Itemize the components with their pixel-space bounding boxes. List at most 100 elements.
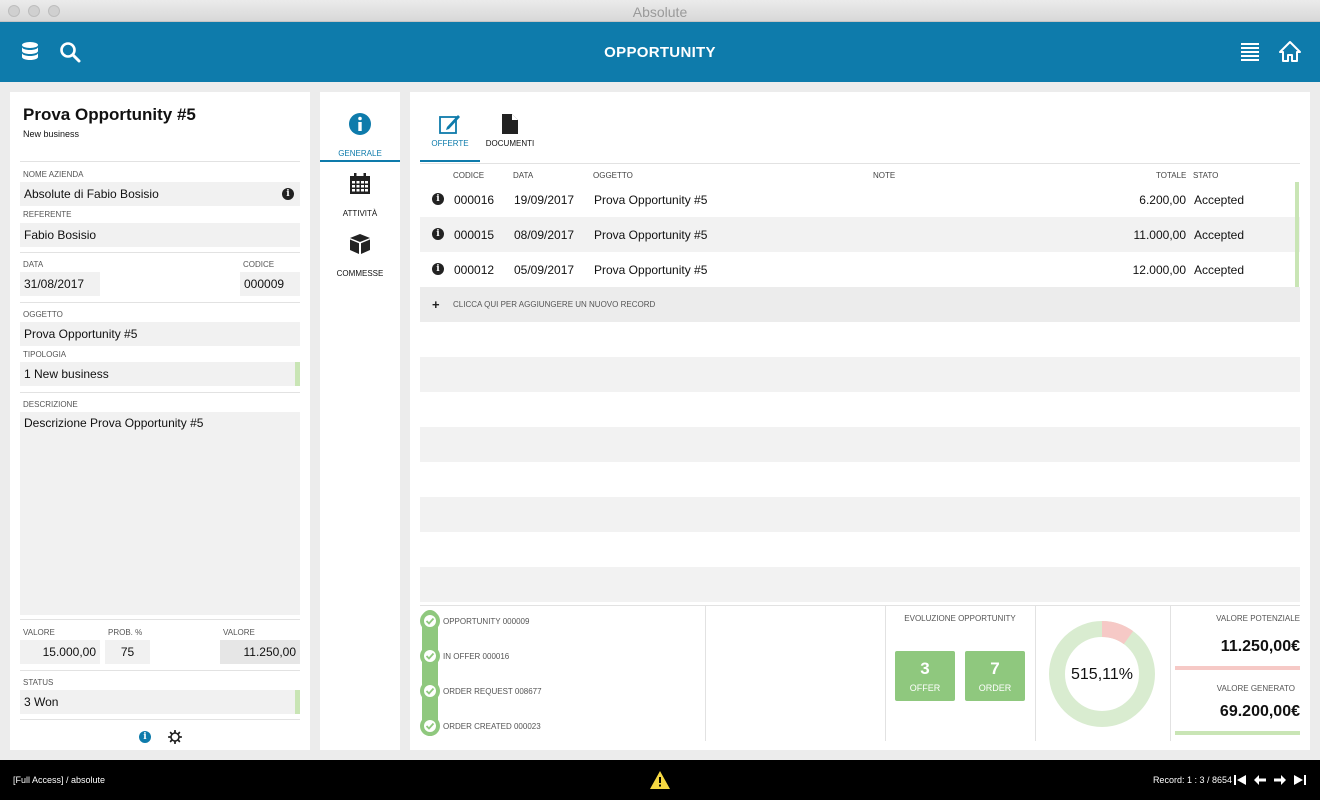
status-bar: [Full Access] / absolute Record: 1 : 3 /… bbox=[0, 760, 1320, 800]
page-title: OPPORTUNITY bbox=[604, 44, 716, 61]
status-indicator bbox=[295, 690, 300, 714]
window-titlebar: Absolute bbox=[0, 0, 1320, 22]
offer-kpi[interactable]: 3 OFFER bbox=[895, 651, 955, 701]
divider bbox=[20, 252, 300, 253]
cell-stato: Accepted bbox=[1194, 228, 1245, 242]
tipologia-label: TIPOLOGIA bbox=[23, 350, 67, 359]
cell-stato: Accepted bbox=[1194, 193, 1245, 207]
check-icon bbox=[420, 646, 440, 666]
home-icon[interactable] bbox=[1278, 40, 1302, 64]
col-data[interactable]: DATA bbox=[513, 171, 533, 180]
nome-azienda-field[interactable]: Absolute di Fabio Bosisio i bbox=[20, 182, 300, 206]
col-stato[interactable]: STATO bbox=[1193, 171, 1218, 180]
table-row[interactable]: i 000015 08/09/2017 Prova Opportunity #5… bbox=[420, 217, 1300, 252]
codice-field[interactable]: 000009 bbox=[240, 272, 300, 296]
workflow-step[interactable]: IN OFFER 000016 bbox=[420, 646, 700, 666]
gear-icon[interactable] bbox=[168, 730, 182, 744]
nome-azienda-value: Absolute di Fabio Bosisio bbox=[24, 187, 159, 201]
scroll-indicator bbox=[1295, 182, 1299, 287]
edit-icon bbox=[439, 115, 460, 134]
table-row[interactable]: i 000016 19/09/2017 Prova Opportunity #5… bbox=[420, 182, 1300, 217]
opportunity-summary: OPPORTUNITY 000009 IN OFFER 000016 ORDER… bbox=[420, 605, 1300, 741]
oggetto-field[interactable]: Prova Opportunity #5 bbox=[20, 322, 300, 346]
col-oggetto[interactable]: OGGETTO bbox=[593, 171, 633, 180]
descrizione-label: DESCRIZIONE bbox=[23, 400, 78, 409]
tipologia-indicator bbox=[295, 362, 300, 386]
descrizione-value: Descrizione Prova Opportunity #5 bbox=[24, 416, 204, 430]
order-kpi[interactable]: 7 ORDER bbox=[965, 651, 1025, 701]
record-subtitle: New business bbox=[23, 129, 80, 139]
info-icon bbox=[349, 113, 371, 135]
add-record-row[interactable]: + CLICCA QUI PER AGGIUNGERE UN NUOVO REC… bbox=[420, 287, 1300, 322]
workflow-step[interactable]: ORDER CREATED 000023 bbox=[420, 716, 700, 736]
data-field[interactable]: 31/08/2017 bbox=[20, 272, 100, 296]
cell-oggetto: Prova Opportunity #5 bbox=[594, 193, 708, 207]
divider bbox=[20, 719, 300, 720]
empty-row bbox=[420, 392, 1300, 427]
empty-row bbox=[420, 427, 1300, 462]
last-record-icon[interactable] bbox=[1293, 773, 1307, 787]
cell-stato: Accepted bbox=[1194, 263, 1245, 277]
valore-field[interactable]: 15.000,00 bbox=[20, 640, 100, 664]
col-note[interactable]: NOTE bbox=[873, 171, 895, 180]
tipologia-select[interactable]: 1 New business bbox=[20, 362, 300, 386]
col-codice[interactable]: CODICE bbox=[453, 171, 484, 180]
valore-ponderato-label: VALORE bbox=[223, 628, 255, 637]
cell-totale: 12.000,00 bbox=[1132, 263, 1186, 277]
info-icon[interactable]: i bbox=[432, 263, 444, 275]
tab-documenti[interactable]: DOCUMENTI bbox=[482, 92, 538, 162]
divider bbox=[20, 670, 300, 671]
valore-generato-label: VALORE GENERATO bbox=[1216, 684, 1295, 693]
next-record-icon[interactable] bbox=[1273, 773, 1287, 787]
prob-value: 75 bbox=[120, 645, 135, 659]
list-view-icon[interactable] bbox=[1238, 40, 1262, 64]
workflow-step-label: ORDER REQUEST 008677 bbox=[443, 687, 542, 696]
offers-grid-header: CODICE DATA OGGETTO NOTE TOTALE STATO bbox=[420, 163, 1300, 183]
nav-generale[interactable]: GENERALE bbox=[320, 102, 400, 162]
window-title: Absolute bbox=[632, 4, 688, 20]
nav-commesse[interactable]: COMMESSE bbox=[320, 222, 400, 282]
nav-attivita[interactable]: ATTIVITÀ bbox=[320, 162, 400, 222]
cell-codice: 000016 bbox=[454, 193, 495, 207]
cell-codice: 000012 bbox=[454, 263, 495, 277]
warning-icon[interactable] bbox=[649, 770, 671, 790]
prob-field[interactable]: 75 bbox=[105, 640, 150, 664]
status-label: STATUS bbox=[23, 678, 54, 687]
info-icon[interactable]: i bbox=[432, 193, 444, 205]
empty-row bbox=[420, 357, 1300, 392]
nav-commesse-label: COMMESSE bbox=[336, 269, 384, 278]
workflow-step-label: IN OFFER 000016 bbox=[443, 652, 510, 661]
table-row[interactable]: i 000012 05/09/2017 Prova Opportunity #5… bbox=[420, 252, 1300, 287]
descrizione-textarea[interactable]: Descrizione Prova Opportunity #5 bbox=[20, 412, 300, 615]
empty-row bbox=[420, 322, 1300, 357]
cell-codice: 000015 bbox=[454, 228, 495, 242]
info-icon[interactable]: i bbox=[139, 731, 151, 743]
referente-field[interactable]: Fabio Bosisio bbox=[20, 223, 300, 247]
info-icon[interactable]: i bbox=[432, 228, 444, 240]
section-nav: GENERALE ATTIVITÀ COMMESSE bbox=[320, 92, 400, 750]
empty-row bbox=[420, 567, 1300, 602]
info-icon[interactable]: i bbox=[282, 188, 294, 200]
tab-offerte[interactable]: OFFERTE bbox=[420, 92, 480, 162]
plus-icon: + bbox=[432, 297, 440, 312]
referente-label: REFERENTE bbox=[23, 210, 72, 219]
status-select[interactable]: 3 Won bbox=[20, 690, 300, 714]
check-icon bbox=[420, 716, 440, 736]
data-label: DATA bbox=[23, 260, 44, 269]
valore-value: 15.000,00 bbox=[42, 645, 96, 659]
data-value: 31/08/2017 bbox=[24, 277, 85, 291]
workflow-step[interactable]: OPPORTUNITY 000009 bbox=[420, 611, 700, 631]
cell-oggetto: Prova Opportunity #5 bbox=[594, 263, 708, 277]
order-count: 7 bbox=[990, 659, 1000, 678]
divider bbox=[1035, 606, 1036, 741]
workflow-step[interactable]: ORDER REQUEST 008677 bbox=[420, 681, 700, 701]
prev-record-icon[interactable] bbox=[1253, 773, 1267, 787]
nav-attivita-label: ATTIVITÀ bbox=[342, 209, 378, 218]
cell-totale: 11.000,00 bbox=[1133, 228, 1187, 242]
first-record-icon[interactable] bbox=[1233, 773, 1247, 787]
app-header: OPPORTUNITY bbox=[0, 22, 1320, 82]
col-totale[interactable]: TOTALE bbox=[1156, 171, 1186, 180]
nav-generale-label: GENERALE bbox=[338, 149, 382, 158]
valore-potenziale-label: VALORE POTENZIALE bbox=[1216, 614, 1300, 623]
document-icon bbox=[502, 114, 518, 134]
